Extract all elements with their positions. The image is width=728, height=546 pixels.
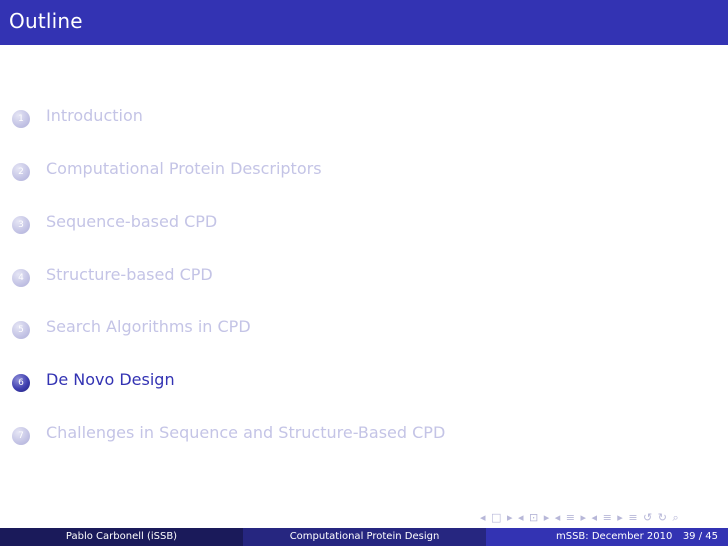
- nav-forward-icon[interactable]: ↻: [658, 511, 667, 525]
- nav-prev-frame-icon[interactable]: ◂: [480, 511, 486, 525]
- outline-item-label: Search Algorithms in CPD: [46, 317, 251, 336]
- beamer-navigation-bar: ◂ □ ▸ ◂ ⊡ ▸ ◂ ≡ ▸ ◂ ≡ ▸ ≡ ↺ ↻ ⌕: [480, 511, 681, 525]
- nav-next-frame-icon[interactable]: ▸: [507, 511, 513, 525]
- section-number-badge: 5: [12, 321, 30, 339]
- outline-item-label: Structure-based CPD: [46, 265, 213, 284]
- nav-next-document-icon[interactable]: ▸: [617, 511, 623, 525]
- nav-prev-document-icon[interactable]: ◂: [592, 511, 598, 525]
- section-number-badge: 2: [12, 163, 30, 181]
- section-number-badge: 3: [12, 216, 30, 234]
- nav-frame-icon[interactable]: □: [491, 511, 501, 525]
- nav-prev-subsection-icon[interactable]: ◂: [518, 511, 524, 525]
- outline-item-label: Challenges in Sequence and Structure-Bas…: [46, 423, 446, 442]
- outline-item-label: Computational Protein Descriptors: [46, 159, 322, 178]
- footer-date: mSSB: December 2010: [556, 531, 673, 542]
- nav-document-icon[interactable]: ≡: [603, 511, 612, 525]
- footer-author: Pablo Carbonell (iSSB): [0, 528, 243, 546]
- outline-item-label: De Novo Design: [46, 370, 175, 389]
- nav-back-icon[interactable]: ↺: [643, 511, 652, 525]
- nav-search-icon[interactable]: ⌕: [672, 511, 678, 525]
- nav-appendix-icon[interactable]: ≡: [628, 511, 637, 525]
- footer-title: Computational Protein Design: [243, 528, 486, 546]
- slide-title: Outline: [9, 9, 83, 33]
- nav-next-section-icon[interactable]: ▸: [581, 511, 587, 525]
- section-number-badge: 7: [12, 427, 30, 445]
- nav-subsection-icon[interactable]: ⊡: [529, 511, 538, 525]
- outline-item-label: Sequence-based CPD: [46, 212, 218, 231]
- section-number-badge: 6: [12, 374, 30, 392]
- nav-next-subsection-icon[interactable]: ▸: [544, 511, 550, 525]
- footer-page-number: 39 / 45: [682, 531, 718, 542]
- section-number-badge: 1: [12, 110, 30, 128]
- footer-bar: Pablo Carbonell (iSSB) Computational Pro…: [0, 528, 728, 546]
- title-bar: Outline: [0, 0, 728, 45]
- nav-section-icon[interactable]: ≡: [566, 511, 575, 525]
- footer-date-page: mSSB: December 2010 39 / 45: [486, 528, 728, 546]
- nav-prev-section-icon[interactable]: ◂: [555, 511, 561, 525]
- section-number-badge: 4: [12, 269, 30, 287]
- outline-item-label: Introduction: [46, 106, 143, 125]
